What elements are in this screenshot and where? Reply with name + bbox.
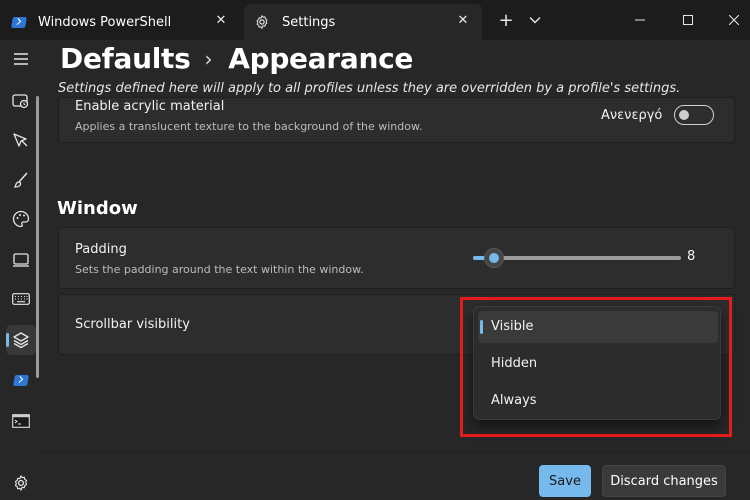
padding-slider-track[interactable] [473, 256, 681, 260]
minimize-button[interactable] [628, 8, 652, 32]
footer-divider [42, 452, 750, 453]
minimize-icon [635, 19, 645, 21]
tab-label: Windows PowerShell [38, 14, 172, 30]
scrollbar-thumb[interactable] [36, 96, 39, 378]
nav-profile-command-prompt[interactable] [6, 406, 36, 436]
rendering-icon [13, 253, 29, 267]
chevron-down-icon [529, 17, 541, 24]
setting-title: Scrollbar visibility [75, 317, 190, 332]
nav-profile-powershell[interactable] [6, 365, 36, 395]
highlight-annotation-box [460, 297, 732, 437]
nav-rendering[interactable] [6, 245, 36, 275]
close-icon [729, 15, 739, 25]
tab-settings[interactable]: Settings ✕ [244, 4, 482, 40]
actions-icon [12, 293, 30, 305]
nav-interaction[interactable] [6, 125, 36, 155]
nav-open-settings[interactable] [6, 468, 36, 498]
gear-icon [14, 475, 28, 491]
close-window-button[interactable] [722, 8, 746, 32]
selection-indicator [6, 333, 9, 347]
maximize-icon [683, 15, 693, 25]
close-tab-icon[interactable]: ✕ [456, 14, 470, 28]
breadcrumb-appearance: Appearance [228, 42, 414, 75]
startup-icon [12, 94, 29, 109]
defaults-icon [13, 332, 29, 349]
menu-button[interactable] [6, 44, 36, 74]
maximize-button[interactable] [676, 8, 700, 32]
tab-windows-powershell[interactable]: Windows PowerShell ✕ [0, 4, 240, 40]
save-button[interactable]: Save [539, 465, 591, 497]
toggle-knob [679, 109, 689, 120]
setting-card-padding: Padding Sets the padding around the text… [58, 227, 735, 289]
discard-changes-button[interactable]: Discard changes [602, 465, 726, 497]
interaction-icon [13, 133, 28, 147]
nav-color-schemes[interactable] [6, 204, 36, 234]
setting-description: Applies a translucent texture to the bac… [75, 120, 423, 133]
nav-actions[interactable] [6, 284, 36, 314]
gear-icon [256, 15, 268, 29]
setting-description: Sets the padding around the text within … [75, 263, 364, 276]
nav-defaults[interactable] [6, 325, 36, 355]
slider-thumb-dot [488, 253, 499, 263]
powershell-icon [11, 16, 27, 28]
padding-value: 8 [687, 249, 696, 264]
menu-icon [14, 53, 28, 65]
page-subtitle: Settings defined here will apply to all … [58, 81, 681, 96]
breadcrumb: Defaults › Appearance [60, 42, 413, 75]
acrylic-toggle[interactable] [674, 105, 714, 125]
setting-card-acrylic: Enable acrylic material Applies a transl… [58, 97, 735, 143]
setting-title: Enable acrylic material [75, 99, 225, 114]
title-bar: Windows PowerShell ✕ Settings ✕ + [0, 0, 750, 40]
padding-slider-thumb[interactable] [483, 248, 504, 268]
setting-title: Padding [75, 242, 127, 257]
nav-startup[interactable] [6, 86, 36, 116]
color-schemes-icon [12, 210, 30, 228]
nav-appearance[interactable] [6, 165, 36, 195]
breadcrumb-defaults[interactable]: Defaults [60, 42, 191, 75]
close-tab-icon[interactable]: ✕ [214, 14, 228, 28]
tab-label: Settings [282, 14, 336, 30]
new-tab-button[interactable]: + [496, 8, 516, 32]
appearance-icon [13, 172, 28, 188]
section-title-window: Window [57, 198, 138, 219]
tab-dropdown-button[interactable] [527, 8, 543, 32]
toggle-state-label: Ανενεργό [601, 108, 663, 123]
breadcrumb-separator: › [204, 46, 213, 71]
powershell-profile-icon [13, 374, 29, 386]
command-prompt-icon [12, 414, 30, 428]
